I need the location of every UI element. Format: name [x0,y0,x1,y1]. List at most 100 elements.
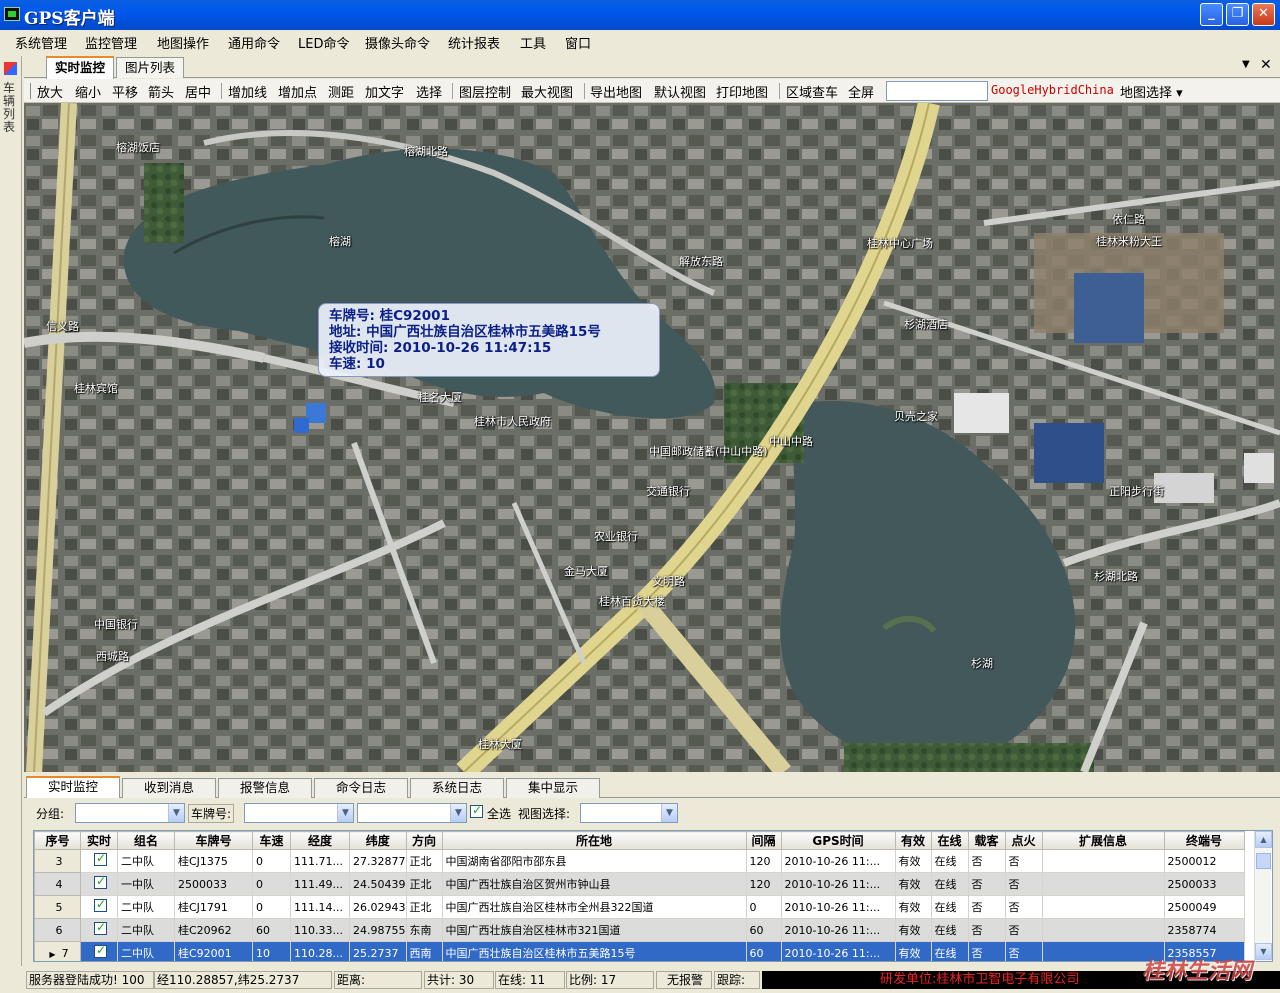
column-header[interactable]: 所在地 [441,831,747,850]
menu-tools[interactable]: 工具 [520,33,546,52]
grid-cell: 正北 [405,895,443,919]
add-line-button[interactable]: 增加线 [228,82,267,101]
column-header[interactable]: 组名 [117,831,175,850]
pan-button[interactable]: 平移 [112,82,138,101]
map-label: 桂名大厦 [418,391,462,404]
group-label: 分组: [36,807,65,821]
tab-centralized-display[interactable]: 集中显示 [506,778,600,798]
measure-button[interactable]: 测距 [328,82,354,101]
window-title: GPS客户端 [24,9,115,29]
tab-dropdown-icon[interactable]: ▼ [1242,59,1250,70]
column-header[interactable]: 纬度 [349,831,407,850]
grid-cell [1041,872,1165,896]
grid-cell: 2010-10-26 11:... [780,918,896,942]
document-tabs: 实时监控 图片列表 ▼ ✕ [24,56,1280,79]
tab-system-log[interactable]: 系统日志 [410,778,504,798]
column-header[interactable]: GPS时间 [780,831,896,850]
column-header[interactable]: 有效 [894,831,932,850]
select-all-checkbox[interactable] [470,803,483,821]
grid-cell: 在线 [930,895,969,919]
zoom-out-button[interactable]: 缩小 [75,82,101,101]
table-row[interactable]: 4一中队25000330111.49...24.50439正北中国广西壮族自治区… [34,872,1245,896]
tab-alarm-info[interactable]: 报警信息 [218,778,312,798]
maximize-button[interactable]: ❐ [1226,3,1249,26]
status-scale: 比例: 17 [566,971,654,989]
column-header[interactable]: 扩展信息 [1041,831,1165,850]
column-header[interactable]: 间隔 [745,831,782,850]
tab-realtime-monitor[interactable]: 实时监控 [46,56,115,79]
column-header[interactable]: 经度 [290,831,350,850]
scroll-thumb[interactable] [1256,853,1271,869]
menu-led-cmd[interactable]: LED命令 [298,33,349,52]
fullscreen-button[interactable]: 全屏 [848,82,874,101]
minimize-button[interactable]: _ [1200,3,1223,26]
map-select-dropdown[interactable]: 地图选择 ▾ [1120,82,1183,101]
menu-camera-cmd[interactable]: 摄像头命令 [365,33,430,52]
plate-select[interactable]: ▼ [244,803,354,823]
center-button[interactable]: 居中 [185,82,211,101]
max-view-button[interactable]: 最大视图 [521,82,573,101]
scroll-down-icon[interactable]: ▼ [1255,943,1272,960]
column-header[interactable]: 在线 [930,831,969,850]
menu-common-cmd[interactable]: 通用命令 [228,33,280,52]
scroll-up-icon[interactable]: ▲ [1255,831,1272,848]
close-button[interactable]: ✕ [1252,3,1275,26]
column-header[interactable]: 车牌号 [174,831,253,850]
map-label: 杉湖 [971,657,993,670]
extra-select[interactable]: ▼ [357,803,467,823]
area-search-button[interactable]: 区域查车 [786,82,838,101]
column-header[interactable]: 载客 [967,831,1006,850]
layer-control-button[interactable]: 图层控制 [459,82,511,101]
realtime-checkbox[interactable] [80,918,118,942]
group-select[interactable]: ▼ [75,803,185,823]
map-search-input[interactable] [886,81,988,101]
grid-cell: 2500033 [1163,872,1245,896]
menu-map-ops[interactable]: 地图操作 [157,33,209,52]
menu-reports[interactable]: 统计报表 [448,33,500,52]
table-row[interactable]: 6二中队桂C2096260110.33...24.98755东南中国广西壮族自治… [34,918,1245,942]
column-header[interactable]: 终端号 [1163,831,1245,850]
tab-command-log[interactable]: 命令日志 [314,778,408,798]
grid-cell: 60 [745,941,782,961]
realtime-checkbox[interactable] [80,941,118,961]
realtime-checkbox[interactable] [80,872,118,896]
realtime-checkbox[interactable] [80,849,118,873]
menu-window[interactable]: 窗口 [565,33,591,52]
plate-label: 车牌号: [188,804,235,823]
add-text-button[interactable]: 加文字 [365,82,404,101]
column-header[interactable]: 点火 [1004,831,1043,850]
zoom-in-button[interactable]: 放大 [37,82,63,101]
menu-system[interactable]: 系统管理 [15,33,67,52]
arrow-button[interactable]: 箭头 [148,82,174,101]
grid-scrollbar[interactable]: ▲ ▼ [1254,831,1272,961]
map-label: 正阳步行街 [1109,485,1164,498]
select-all-label: 全选 [487,807,512,821]
grid-cell [1041,849,1165,873]
tab-image-list[interactable]: 图片列表 [116,57,185,78]
table-row[interactable]: 5二中队桂CJ17910111.14...26.02943正北中国广西壮族自治区… [34,895,1245,919]
tab-bottom-realtime[interactable]: 实时监控 [26,776,120,798]
print-map-button[interactable]: 打印地图 [716,82,768,101]
select-button[interactable]: 选择 [416,82,442,101]
column-header[interactable]: 方向 [405,831,443,850]
grid-cell: 有效 [894,849,932,873]
grid-cell: 正北 [405,872,443,896]
grid-cell: 一中队 [117,872,175,896]
menu-monitor[interactable]: 监控管理 [85,33,137,52]
grid-cell: 60 [745,918,782,942]
view-select[interactable]: ▼ [580,803,678,823]
table-row[interactable]: ▶7 二中队桂C9200110110.28...25.2737西南中国广西壮族自治… [34,941,1245,961]
row-pointer-icon: ▶ [49,949,56,959]
column-header[interactable]: 车速 [252,831,291,850]
tab-close-icon[interactable]: ✕ [1260,57,1272,73]
realtime-checkbox[interactable] [80,895,118,919]
map-view[interactable]: 榕湖 杉湖 榕湖北路 信义路 中山中路 文明路 杉湖北路 解放东路 桂林市人民政… [24,103,1280,772]
export-map-button[interactable]: 导出地图 [590,82,642,101]
column-header[interactable]: 实时 [80,831,118,850]
table-row[interactable]: 3 二中队桂CJ13750111.71...27.32877正北中国湖南省邵阳市邵… [34,849,1245,873]
tab-received-messages[interactable]: 收到消息 [122,778,216,798]
column-header[interactable]: 序号 [34,831,81,850]
add-point-button[interactable]: 增加点 [278,82,317,101]
vehicle-list-panel[interactable]: 车辆列表 [0,56,22,966]
default-view-button[interactable]: 默认视图 [654,82,706,101]
